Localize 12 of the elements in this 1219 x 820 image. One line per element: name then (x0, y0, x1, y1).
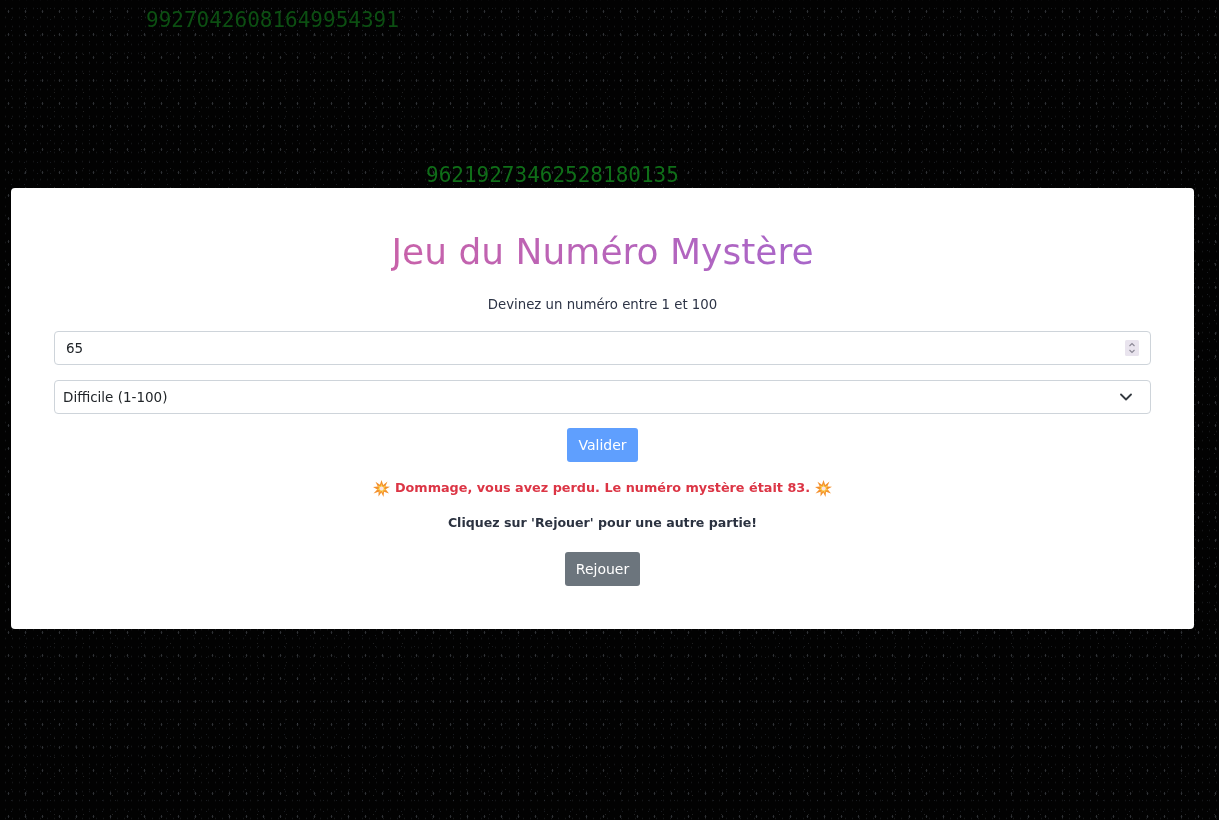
difficulty-select[interactable]: Difficile (1-100) (54, 380, 1151, 414)
replay-button[interactable]: Rejouer (564, 552, 641, 586)
falling-number: 96219273462528180135 (426, 163, 679, 187)
replay-hint: Cliquez sur 'Rejouer' pour une autre partie! (447, 514, 758, 532)
falling-number: 99270426081649954391 (146, 8, 399, 32)
explosion-icon (815, 479, 833, 497)
result-message: Dommage, vous avez perdu. Le numéro mystère était 83. (394, 479, 811, 497)
number-input[interactable]: 65 (54, 331, 1151, 365)
chevron-down-icon (1120, 393, 1132, 401)
instruction-text: Devinez un numéro entre 1 et 100 (487, 296, 718, 314)
spinner-icon (1125, 340, 1139, 356)
explosion-icon (372, 479, 390, 497)
